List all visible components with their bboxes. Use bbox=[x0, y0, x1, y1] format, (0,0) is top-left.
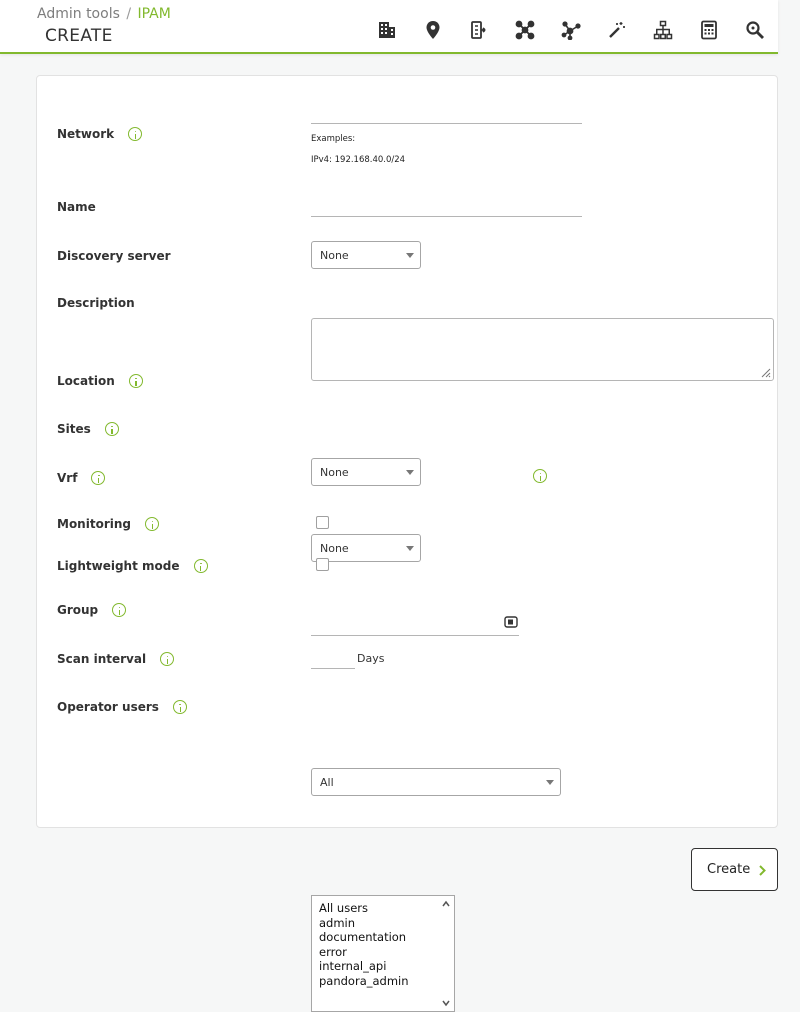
location-info-icon[interactable] bbox=[128, 374, 143, 388]
scroll-up-icon[interactable] bbox=[442, 900, 450, 908]
operator-users-listbox[interactable]: All users admin documentation error inte… bbox=[311, 895, 455, 1012]
lightweight-mode-info-icon[interactable] bbox=[193, 559, 208, 573]
location-value: None bbox=[320, 465, 349, 479]
list-item[interactable]: internal_api bbox=[319, 959, 454, 974]
sites-label: Sites bbox=[57, 422, 91, 436]
lightweight-mode-checkbox[interactable] bbox=[316, 558, 329, 571]
page-header: Admin tools / IPAM CREATE bbox=[0, 0, 778, 54]
sites-value: None bbox=[320, 541, 349, 555]
chevron-down-icon bbox=[406, 253, 414, 258]
toolbar bbox=[364, 14, 778, 46]
network-hint-example: IPv4: 192.168.40.0/24 bbox=[311, 155, 406, 165]
resize-handle-icon[interactable] bbox=[759, 366, 771, 378]
discovery-server-label: Discovery server bbox=[57, 249, 171, 263]
breadcrumb-current[interactable]: IPAM bbox=[138, 6, 171, 22]
monitoring-row: Monitoring bbox=[57, 517, 159, 531]
lightweight-mode-row: Lightweight mode bbox=[57, 559, 208, 573]
description-label: Description bbox=[57, 296, 135, 310]
group-row: Group bbox=[57, 603, 127, 617]
chevron-down-icon bbox=[406, 546, 414, 551]
network-row: Network bbox=[57, 127, 143, 141]
scroll-down-icon[interactable] bbox=[442, 999, 450, 1007]
network-graph-icon[interactable] bbox=[548, 14, 594, 46]
scan-interval-input[interactable] bbox=[311, 647, 355, 669]
calculator-icon[interactable] bbox=[686, 14, 732, 46]
breadcrumb: Admin tools / IPAM bbox=[37, 6, 171, 22]
list-item[interactable]: All users bbox=[319, 901, 454, 916]
create-button[interactable]: Create bbox=[691, 848, 778, 891]
list-item[interactable]: error bbox=[319, 945, 454, 960]
location-select[interactable]: None bbox=[311, 458, 421, 486]
network-hint-title: Examples: bbox=[311, 134, 356, 144]
search-icon[interactable] bbox=[732, 14, 778, 46]
breadcrumb-parent[interactable]: Admin tools bbox=[37, 6, 120, 22]
list-item[interactable]: pandora_admin bbox=[319, 974, 454, 989]
vrf-input[interactable] bbox=[311, 610, 519, 636]
building-icon[interactable] bbox=[364, 14, 410, 46]
vrf-info-icon[interactable] bbox=[91, 471, 106, 485]
name-input[interactable] bbox=[311, 191, 582, 217]
location-label: Location bbox=[57, 374, 115, 388]
hierarchy-tree-icon[interactable] bbox=[456, 14, 502, 46]
list-item[interactable]: documentation bbox=[319, 930, 454, 945]
clear-input-icon[interactable] bbox=[504, 616, 518, 628]
listbox-scrollbar[interactable] bbox=[438, 896, 454, 1011]
group-info-icon[interactable] bbox=[112, 603, 127, 617]
sites-info-icon[interactable] bbox=[104, 422, 119, 436]
scan-interval-unit: Days bbox=[357, 651, 385, 665]
network-input[interactable] bbox=[311, 98, 582, 124]
description-row: Description bbox=[57, 296, 135, 310]
network-label: Network bbox=[57, 127, 115, 141]
vrf-row: Vrf bbox=[57, 471, 106, 485]
scan-interval-row: Scan interval bbox=[57, 652, 175, 666]
discovery-server-select[interactable]: None bbox=[311, 241, 421, 269]
create-button-label: Create bbox=[707, 862, 751, 877]
ipam-create-form: Network Examples: IPv4: 192.168.40.0/24 … bbox=[36, 75, 778, 1012]
description-textarea[interactable] bbox=[311, 318, 774, 381]
discovery-server-row: Discovery server bbox=[57, 249, 171, 263]
operator-users-row: Operator users bbox=[57, 700, 187, 714]
sites-row: Sites bbox=[57, 422, 119, 436]
network-nodes-icon[interactable] bbox=[502, 14, 548, 46]
breadcrumb-separator: / bbox=[126, 6, 132, 22]
monitoring-info-icon[interactable] bbox=[145, 517, 159, 531]
scan-interval-info-icon[interactable] bbox=[160, 652, 175, 666]
network-info-icon[interactable] bbox=[128, 127, 143, 141]
monitoring-checkbox[interactable] bbox=[316, 516, 329, 529]
location-pin-icon[interactable] bbox=[410, 14, 456, 46]
lightweight-mode-label: Lightweight mode bbox=[57, 559, 180, 573]
group-label: Group bbox=[57, 603, 99, 617]
chevron-down-icon bbox=[546, 780, 554, 785]
group-value: All bbox=[320, 775, 334, 789]
name-row: Name bbox=[57, 200, 96, 214]
list-item[interactable]: admin bbox=[319, 916, 454, 931]
vrf-label: Vrf bbox=[57, 471, 78, 485]
discovery-server-value: None bbox=[320, 248, 349, 262]
scan-interval-label: Scan interval bbox=[57, 652, 147, 666]
operator-users-info-icon[interactable] bbox=[172, 700, 187, 714]
chevron-down-icon bbox=[406, 470, 414, 475]
operator-users-label: Operator users bbox=[57, 700, 159, 714]
sitemap-icon[interactable] bbox=[640, 14, 686, 46]
group-select[interactable]: All bbox=[311, 768, 561, 796]
page-title: CREATE bbox=[45, 26, 113, 46]
vrf-extra-info-icon[interactable] bbox=[533, 469, 547, 483]
location-row: Location bbox=[57, 374, 143, 388]
chevron-right-icon bbox=[759, 865, 766, 876]
name-label: Name bbox=[57, 200, 96, 214]
monitoring-label: Monitoring bbox=[57, 517, 131, 531]
magic-wand-icon[interactable] bbox=[594, 14, 640, 46]
